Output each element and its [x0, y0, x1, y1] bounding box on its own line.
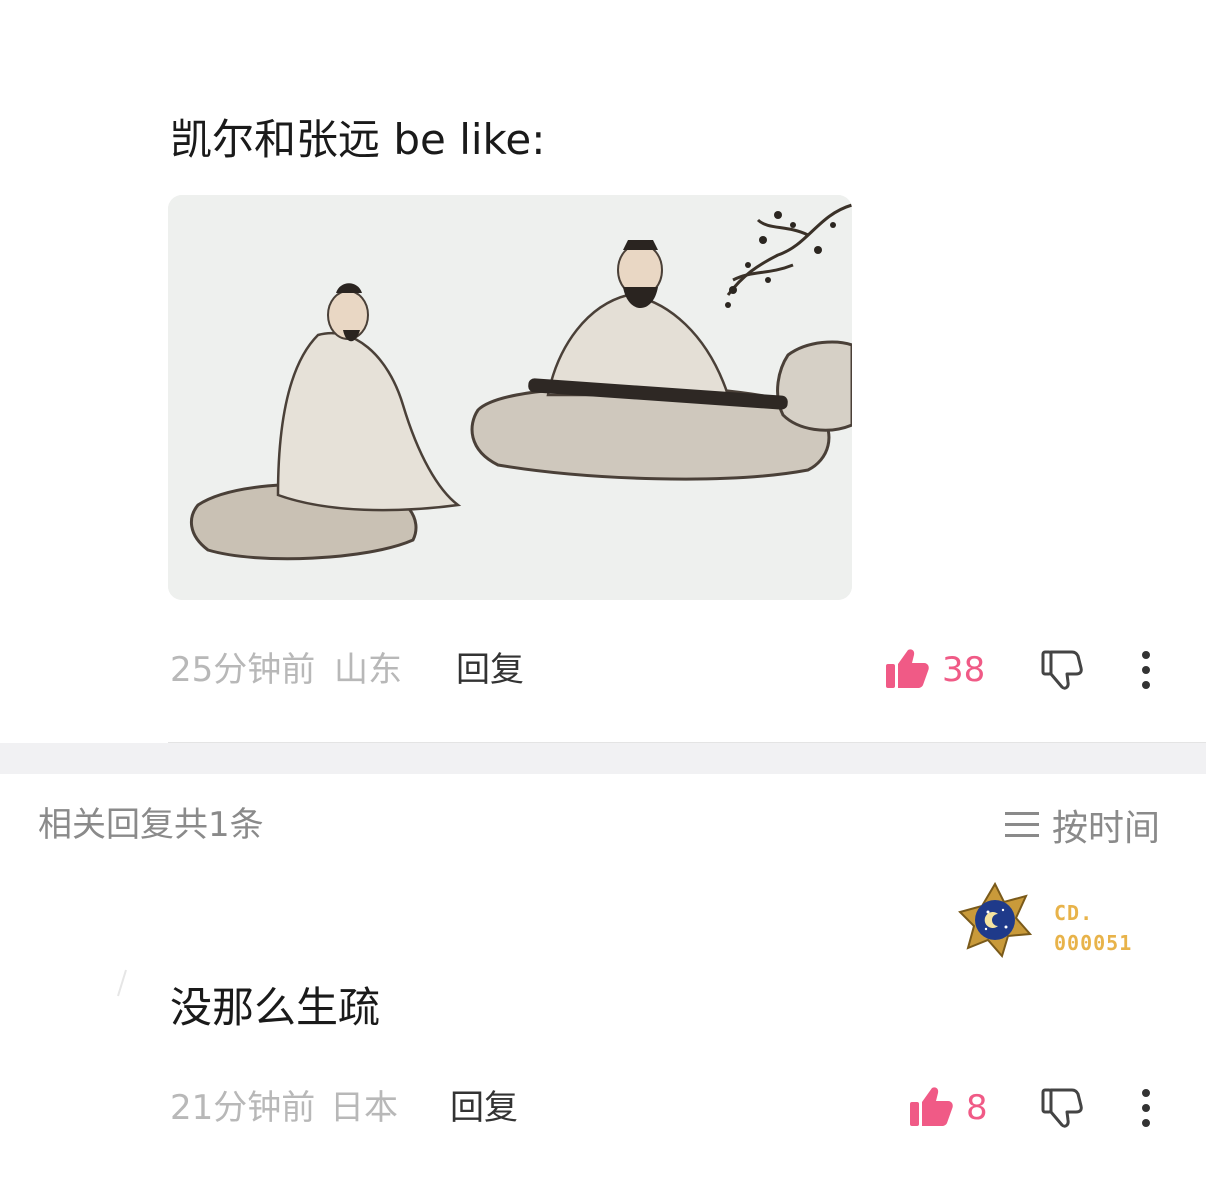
comment-text: 凯尔和张远 be like: — [170, 115, 546, 164]
thumbs-down-icon[interactable] — [1040, 1086, 1084, 1130]
comment-image[interactable] — [168, 195, 852, 600]
more-vertical-icon[interactable] — [1138, 1088, 1154, 1128]
more-vertical-icon[interactable] — [1138, 650, 1154, 690]
comment-like-count: 38 — [942, 650, 986, 690]
comment-reply-button[interactable]: 回复 — [456, 648, 524, 692]
sort-by-time-button[interactable]: 按时间 — [1004, 802, 1161, 849]
ink-painting-image — [168, 195, 852, 600]
reply-like-count: 8 — [966, 1088, 988, 1128]
thumbs-down-icon[interactable] — [1040, 648, 1084, 692]
reply-avatar[interactable] — [112, 968, 132, 998]
thumbs-up-icon[interactable] — [908, 1084, 954, 1130]
star-badge-icon — [958, 881, 1033, 959]
sort-label: 按时间 — [1052, 808, 1161, 849]
badge-line-2: 000051 — [1054, 931, 1133, 955]
menu-lines-icon — [1005, 812, 1039, 837]
replies-count-header: 相关回复共1条 — [38, 805, 264, 845]
section-separator — [0, 743, 1206, 774]
thumbs-up-icon[interactable] — [884, 646, 930, 692]
badge-label: CD. 000051 — [1054, 898, 1132, 958]
reply-text: 没那么生疏 — [170, 983, 381, 1032]
comment-location: 山东 — [334, 650, 402, 690]
reply-location: 日本 — [330, 1088, 398, 1128]
badge-line-1: CD. — [1054, 901, 1094, 925]
reply-reply-button[interactable]: 回复 — [450, 1086, 518, 1130]
comment-time: 25分钟前 — [170, 650, 316, 690]
reply-time: 21分钟前 — [170, 1088, 316, 1128]
